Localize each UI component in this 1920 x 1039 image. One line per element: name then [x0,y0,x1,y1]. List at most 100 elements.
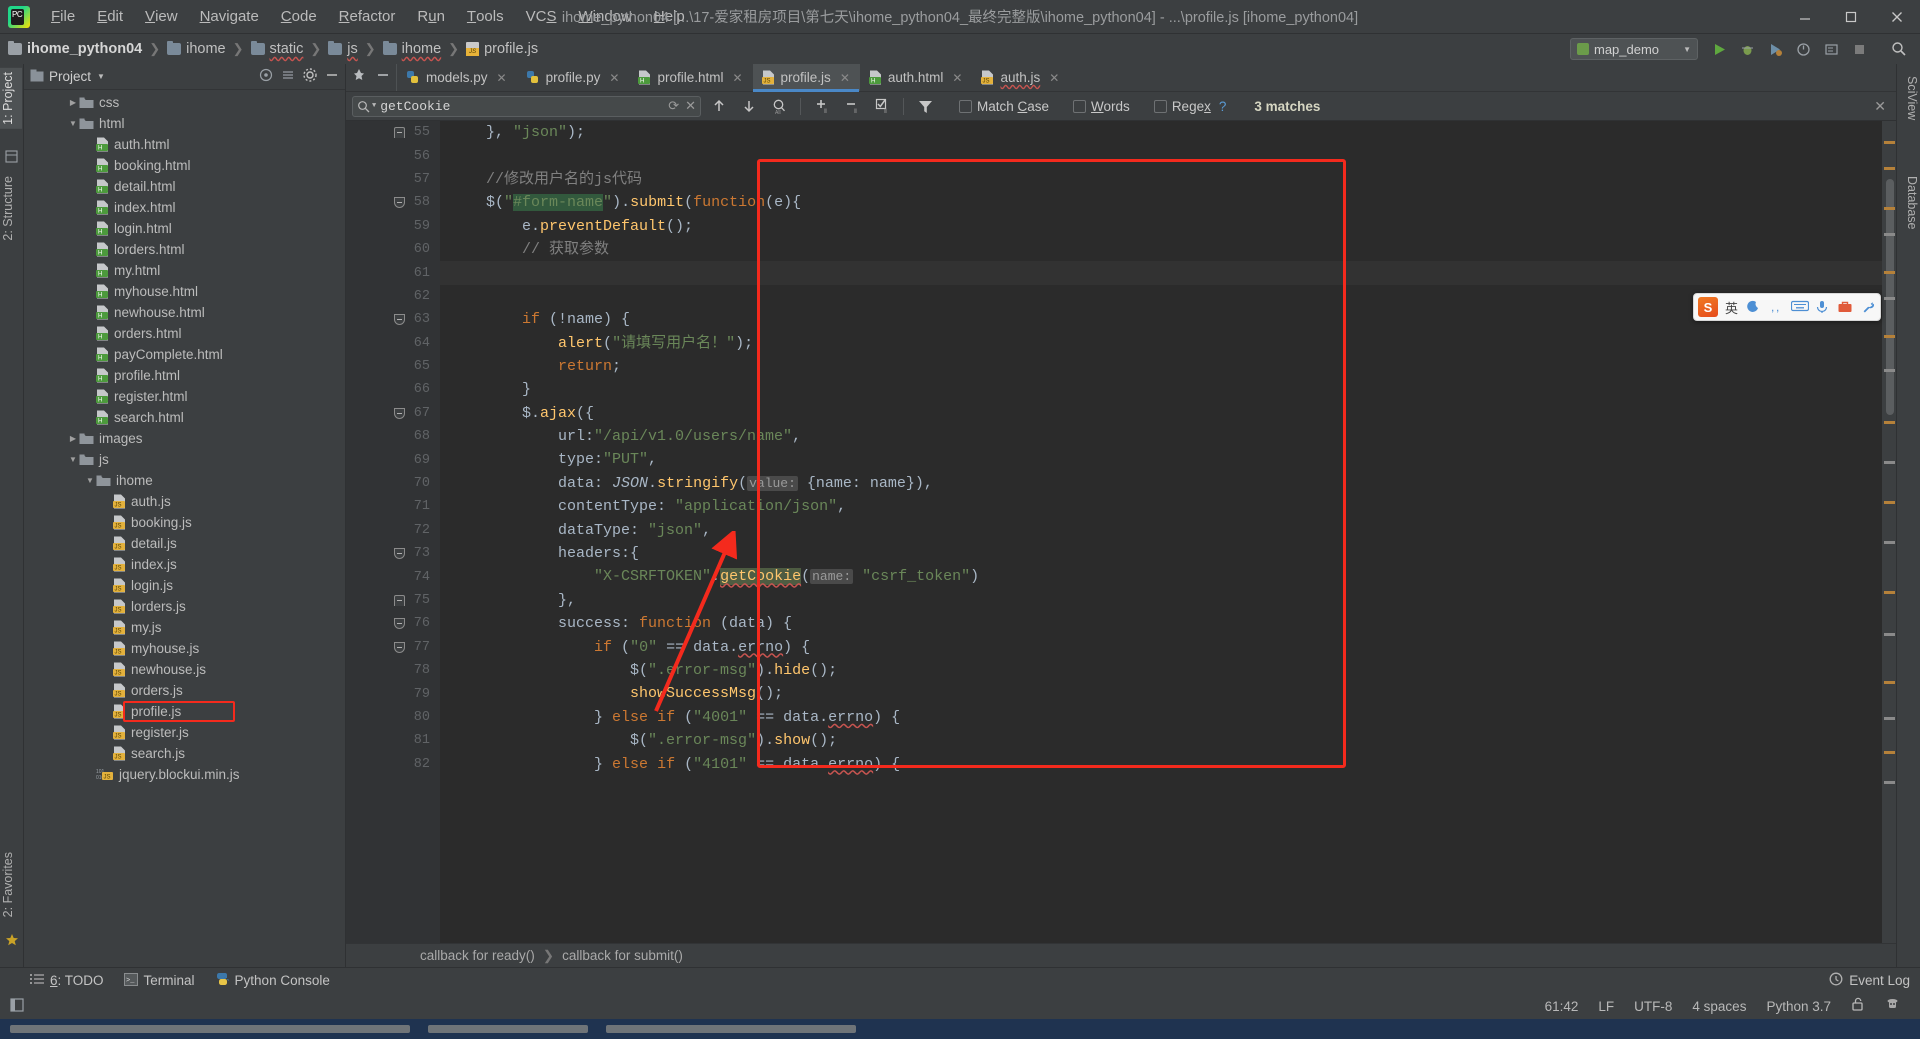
remove-occurrence-icon[interactable]: Ⅱ [840,95,864,118]
tree-item-booking-html[interactable]: Hbooking.html [24,155,345,176]
menu-file[interactable]: File [40,0,86,33]
find-previous-icon[interactable] [707,95,731,118]
close-tab-icon[interactable]: ✕ [609,71,619,85]
tab-profile-html[interactable]: Hprofile.html ✕ [629,64,752,91]
tree-item-index-html[interactable]: Hindex.html [24,197,345,218]
select-all-occurrences-icon[interactable]: Ⅱ [870,95,894,118]
tree-item-paycomplete-html[interactable]: HpayComplete.html [24,344,345,365]
toolbox-icon[interactable] [1837,299,1853,315]
editor-marker-tick[interactable] [1884,751,1895,754]
run-coverage-icon[interactable] [1762,36,1788,62]
tree-item-js[interactable]: ▼ js [24,449,345,470]
menu-run[interactable]: Run [406,0,456,33]
editor-marker-tick[interactable] [1884,681,1895,684]
tree-item-auth-js[interactable]: JS auth.js [24,491,345,512]
bottom-tool-terminal[interactable]: >_ Terminal [123,972,195,989]
tree-item-newhouse-html[interactable]: Hnewhouse.html [24,302,345,323]
close-tab-icon[interactable]: ✕ [497,71,507,85]
bottom-tool-todo[interactable]: 6: TODO [30,973,104,988]
editor-marker-tick[interactable] [1884,141,1895,144]
tree-item-my-html[interactable]: Hmy.html [24,260,345,281]
python-interpreter[interactable]: Python 3.7 [1756,999,1841,1014]
code-fold-icon[interactable] [394,618,405,630]
stop-icon[interactable] [1846,36,1872,62]
tree-expander-icon[interactable]: ▼ [67,119,79,128]
code-fold-icon[interactable] [394,197,405,209]
close-tab-icon[interactable]: ✕ [1049,71,1059,85]
menu-vcs[interactable]: VC S [515,0,568,33]
show-tool-windows-icon[interactable] [10,997,24,1015]
run-icon[interactable] [1706,36,1732,62]
code-fold-icon[interactable] [394,641,405,653]
tree-item-profile-html[interactable]: Hprofile.html [24,365,345,386]
taskbar-item[interactable] [606,1025,856,1033]
caret-position[interactable]: 61:42 [1535,999,1589,1014]
settings-gear-icon[interactable] [303,68,317,85]
tree-item-myhouse-html[interactable]: Hmyhouse.html [24,281,345,302]
filter-icon[interactable] [913,95,937,118]
ime-mode-label[interactable]: 英 [1725,298,1738,317]
target-icon[interactable] [259,68,273,85]
editor-marker-tick[interactable] [1884,335,1895,338]
editor-marker-tick[interactable] [1884,369,1895,372]
code-content[interactable]: }, "json"); //修改用户名的js代码 $("#form-name")… [440,121,1882,943]
fold-column[interactable] [394,121,414,943]
tree-item-ihome[interactable]: ▼ ihome [24,470,345,491]
editor-marker-tick[interactable] [1884,541,1895,544]
breadcrumb-item-2[interactable]: static ❯ [250,40,329,57]
sidebar-item-database[interactable]: Database [1898,172,1920,234]
tree-item-lorders-js[interactable]: JS lorders.js [24,596,345,617]
search-input[interactable]: ▼ getCookie ⟳ ✕ [352,95,701,117]
editor-marker-tick[interactable] [1884,271,1895,274]
tree-item-search-html[interactable]: Hsearch.html [24,407,345,428]
tree-item-login-html[interactable]: Hlogin.html [24,218,345,239]
tree-item-search-js[interactable]: JS search.js [24,743,345,764]
editor-marker-tick[interactable] [1884,501,1895,504]
close-find-icon[interactable]: ✕ [1874,98,1890,115]
tree-item-login-js[interactable]: JS login.js [24,575,345,596]
close-tab-icon[interactable]: ✕ [732,71,742,85]
find-all-icon[interactable]: All [767,95,791,118]
tree-item-detail-js[interactable]: JS detail.js [24,533,345,554]
sogou-ime-icon[interactable]: S [1698,297,1718,317]
regex-option[interactable]: Regex ? [1153,99,1226,114]
history-icon[interactable]: ⟳ [668,99,679,114]
ime-toolbar[interactable]: S 英 ,, [1693,293,1882,321]
tree-item-jquery-blockui-min-js[interactable]: 101 010 JS jquery.blockui.min.js [24,764,345,785]
tree-item-booking-js[interactable]: JS booking.js [24,512,345,533]
tree-item-index-js[interactable]: JS index.js [24,554,345,575]
hide-editor-icon[interactable] [376,68,390,87]
close-tab-icon[interactable]: ✕ [840,71,850,85]
tree-item-images[interactable]: ▶ images [24,428,345,449]
maximize-icon[interactable] [1828,0,1874,34]
editor-marker-tick[interactable] [1884,717,1895,720]
taskbar-item[interactable] [10,1025,410,1033]
editor-marker-bar[interactable] [1882,121,1896,943]
hector-inspector-icon[interactable] [1875,997,1910,1015]
project-tree[interactable]: ▶ css ▼ html Hauth.html Hbooking.html Hdetail.… [24,90,345,967]
match-case-option[interactable]: Match Case [959,99,1049,114]
indent-setting[interactable]: 4 spaces [1682,999,1756,1014]
menu-view[interactable]: View [134,0,189,33]
tree-item-register-js[interactable]: JS register.js [24,722,345,743]
search-dropdown-icon[interactable]: ▼ [372,102,376,110]
file-encoding[interactable]: UTF-8 [1624,999,1682,1014]
unlock-icon[interactable] [1841,997,1875,1015]
pin-tab-icon[interactable] [352,68,366,87]
menu-refactor[interactable]: Refactor [328,0,407,33]
keyboard-icon[interactable] [1790,299,1810,315]
tree-expander-icon[interactable]: ▼ [84,476,96,485]
attach-icon[interactable] [1818,36,1844,62]
editor-marker-tick[interactable] [1884,781,1895,784]
tab-auth-js[interactable]: JS auth.js ✕ [972,64,1069,91]
tree-expander-icon[interactable]: ▶ [67,98,79,107]
hide-icon[interactable] [325,68,339,85]
breadcrumb-item-1[interactable]: ihome ❯ [167,40,250,57]
tree-item-orders-js[interactable]: JS orders.js [24,680,345,701]
sidebar-item-structure[interactable]: 2: Structure [0,172,22,245]
bottom-tool-python-console[interactable]: Python Console [215,972,330,989]
tree-item-css[interactable]: ▶ css [24,92,345,113]
code-fold-icon[interactable] [394,407,405,419]
menu-code[interactable]: Code [270,0,328,33]
tab-models-py[interactable]: models.py ✕ [397,64,517,91]
